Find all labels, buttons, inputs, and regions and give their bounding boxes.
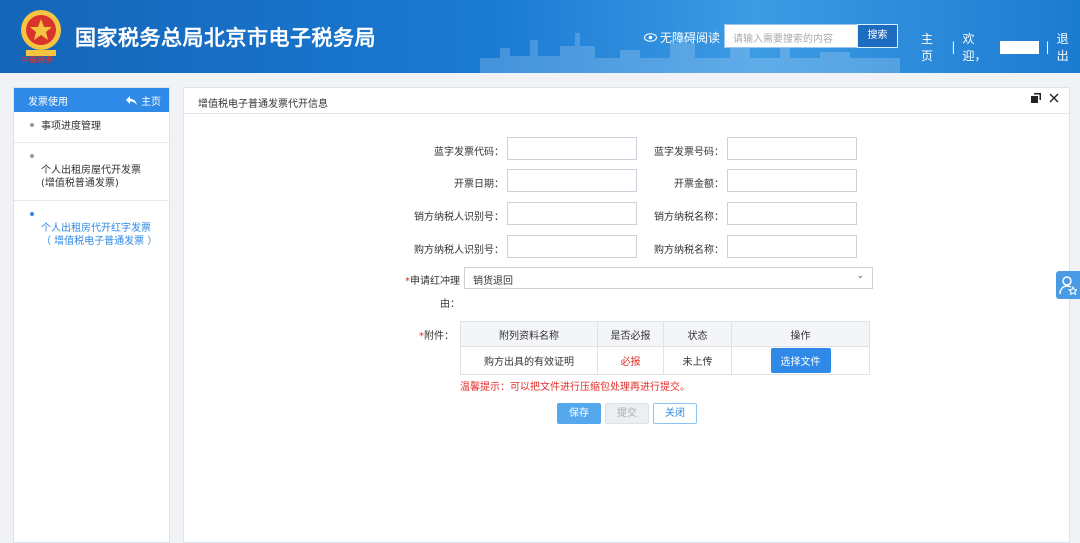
attachment-status: 未上传 bbox=[663, 346, 732, 375]
logout-link[interactable]: 退出 bbox=[1057, 30, 1080, 64]
tax-emblem-icon bbox=[21, 10, 61, 56]
accessibility-label: 无障碍阅读 bbox=[660, 31, 721, 45]
sidebar-title: 发票使用 bbox=[28, 96, 68, 108]
buyer-name-input[interactable] bbox=[727, 235, 857, 258]
nav-separator: | bbox=[951, 40, 956, 54]
username-redacted bbox=[999, 40, 1039, 54]
sidebar-item-label: 事项进度管理 bbox=[41, 121, 101, 132]
sidebar-home-link[interactable]: 主页 bbox=[126, 93, 161, 108]
reason-label-text: 申请红冲理 bbox=[410, 276, 460, 287]
seller-name-input[interactable] bbox=[727, 202, 857, 225]
attachment-table: 附列资料名称 是否必报 状态 操作 购方出具的有效证明 必报 未上传 选择文件 bbox=[460, 321, 870, 375]
attachment-name: 购方出具的有效证明 bbox=[460, 346, 598, 375]
attachment-label: *附件： bbox=[384, 327, 454, 342]
logo-caption: 中国税务 bbox=[22, 56, 54, 64]
seller-name-label: 销方纳税名称： bbox=[654, 212, 724, 223]
sidebar-item-progress[interactable]: 事项进度管理 bbox=[14, 112, 169, 143]
col-header-name: 附列资料名称 bbox=[460, 321, 598, 347]
col-header-action: 操作 bbox=[731, 321, 870, 347]
nav-separator: | bbox=[1045, 40, 1050, 54]
issue-date-label: 开票日期： bbox=[454, 179, 504, 190]
buyer-tax-id-label: 购方纳税人识别号： bbox=[414, 245, 504, 256]
welcome-text: 欢迎， bbox=[962, 32, 987, 63]
top-header: 中国税务 国家税务总局北京市电子税务局 无障碍阅读 请输入需要搜索的内容 搜索 … bbox=[0, 0, 1080, 73]
restore-window-icon[interactable] bbox=[1031, 93, 1041, 103]
reason-selected-value: 销货退回 bbox=[473, 276, 513, 287]
col-header-status: 状态 bbox=[663, 321, 732, 347]
reason-select[interactable]: 销货退回 ⌄ bbox=[464, 267, 873, 289]
amount-input[interactable] bbox=[727, 169, 857, 192]
eye-icon bbox=[644, 33, 657, 42]
sidebar-item-red-invoice[interactable]: 个人出租房代开红字发票 （ 增值税电子普通发票 ） bbox=[14, 201, 169, 258]
sidebar-home-label: 主页 bbox=[141, 96, 161, 108]
table-row: 购方出具的有效证明 必报 未上传 选择文件 bbox=[460, 346, 870, 375]
choose-file-button[interactable]: 选择文件 bbox=[770, 348, 831, 373]
sidebar-header: 发票使用 主页 bbox=[14, 88, 169, 112]
panel-header: 增值税电子普通发票代开信息 bbox=[184, 88, 1069, 114]
accessibility-link[interactable]: 无障碍阅读 bbox=[644, 29, 720, 46]
submit-button[interactable]: 提交 bbox=[605, 403, 649, 424]
buyer-name-label: 购方纳税名称： bbox=[654, 245, 724, 256]
save-button[interactable]: 保存 bbox=[557, 403, 601, 424]
attachment-action-cell: 选择文件 bbox=[731, 346, 870, 375]
search-button[interactable]: 搜索 bbox=[857, 24, 898, 48]
upload-hint: 温馨提示：可以把文件进行压缩包处理再进行提交。 bbox=[460, 382, 690, 393]
sidebar-item-rental-invoice[interactable]: 个人出租房屋代开发票 (增值税普通发票) bbox=[14, 143, 169, 201]
attachment-label-text: 附件： bbox=[424, 331, 454, 342]
close-icon[interactable] bbox=[1049, 93, 1059, 103]
nav-home-link[interactable]: 主页 bbox=[921, 30, 944, 64]
blue-invoice-number-input[interactable] bbox=[727, 137, 857, 160]
amount-label: 开票金额： bbox=[674, 179, 724, 190]
back-arrow-icon bbox=[126, 95, 137, 105]
close-button[interactable]: 关闭 bbox=[653, 403, 697, 424]
seller-tax-id-label: 销方纳税人识别号： bbox=[414, 212, 504, 223]
sidebar-item-label: 个人出租房屋代开发票 (增值税普通发票) bbox=[41, 165, 141, 189]
reason-label-cont: 由： bbox=[440, 299, 460, 310]
reason-label: *申请红冲理 bbox=[384, 272, 460, 287]
site-title: 国家税务总局北京市电子税务局 bbox=[75, 26, 376, 50]
blue-invoice-code-label: 蓝字发票代码： bbox=[434, 147, 504, 158]
main-panel: 增值税电子普通发票代开信息 蓝字发票代码： 蓝字发票号码： 开票日期： 开票金额… bbox=[183, 87, 1070, 543]
chevron-down-icon: ⌄ bbox=[856, 271, 864, 281]
top-nav: 主页 | 欢迎， | 退出 bbox=[921, 30, 1080, 64]
panel-title: 增值税电子普通发票代开信息 bbox=[198, 99, 328, 110]
floating-user-button[interactable] bbox=[1056, 271, 1080, 299]
sidebar-item-label: 个人出租房代开红字发票 （ 增值税电子普通发票 ） bbox=[41, 223, 158, 247]
table-header-row: 附列资料名称 是否必报 状态 操作 bbox=[460, 321, 870, 347]
blue-invoice-number-label: 蓝字发票号码： bbox=[654, 147, 724, 158]
search-input[interactable]: 请输入需要搜索的内容 bbox=[724, 24, 858, 48]
panel-tools bbox=[1031, 93, 1059, 103]
col-header-required: 是否必报 bbox=[597, 321, 664, 347]
sidebar: 发票使用 主页 事项进度管理 个人出租房屋代开发票 (增值税普通发票) 个人出租… bbox=[13, 87, 170, 543]
attachment-required: 必报 bbox=[597, 346, 664, 375]
user-star-icon bbox=[1059, 276, 1077, 295]
